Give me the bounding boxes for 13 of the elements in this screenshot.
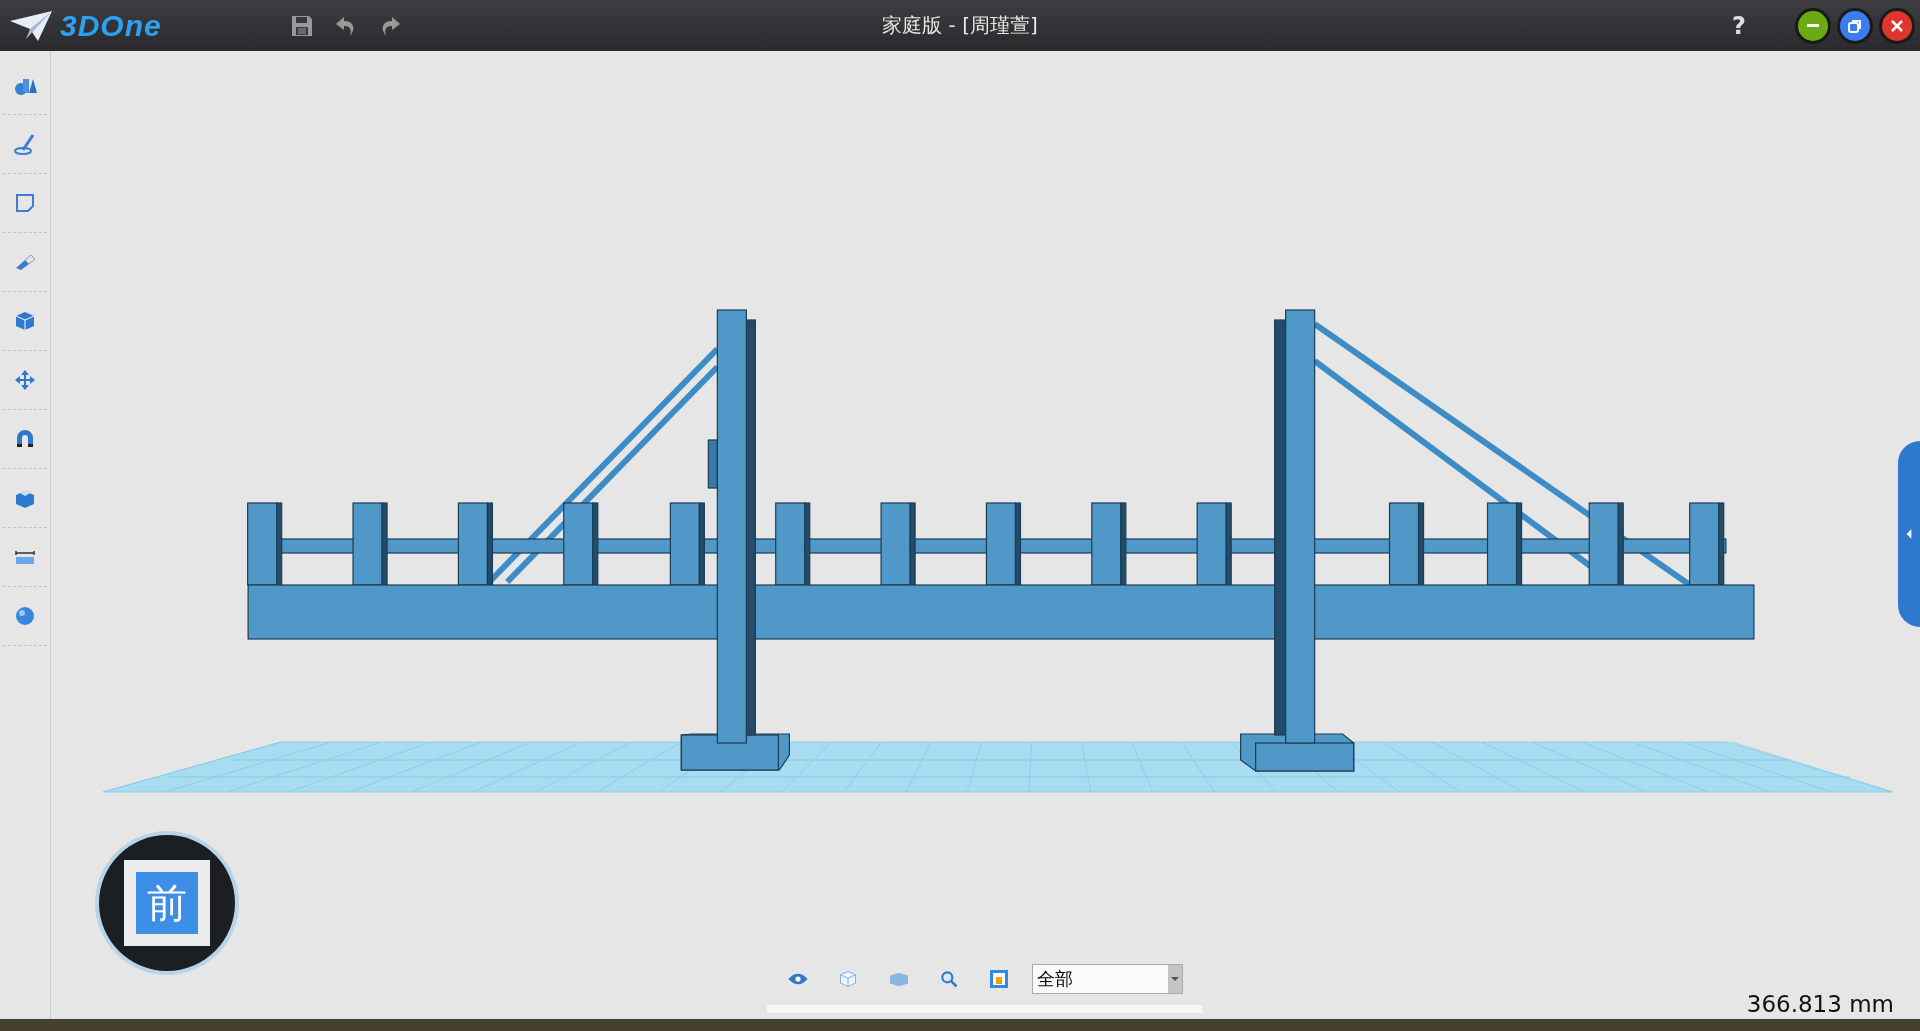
measurement-readout: 366.813 mm [1746, 991, 1894, 1017]
panel-toggle-tab[interactable] [1898, 441, 1920, 627]
close-button[interactable] [1882, 10, 1912, 41]
window-title: 家庭版 - [周瑾萱] [882, 12, 1038, 39]
paper-plane-icon [8, 8, 54, 43]
app-logo: 3DOne [60, 8, 162, 43]
help-button[interactable]: ? [1732, 11, 1746, 40]
caret-left-icon [1905, 527, 1913, 541]
print-frame-icon[interactable] [988, 967, 1011, 991]
minus-icon [1806, 24, 1820, 27]
restore-button[interactable] [1840, 10, 1870, 41]
minimize-button[interactable] [1798, 10, 1828, 41]
filter-dropdown[interactable]: 全部 [1032, 964, 1183, 994]
